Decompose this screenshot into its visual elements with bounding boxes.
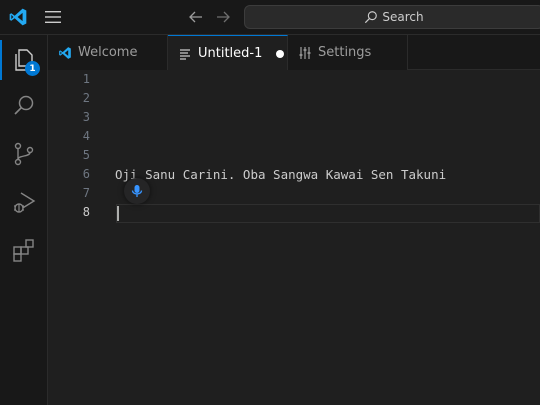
- activity-search[interactable]: [0, 83, 48, 129]
- line-number: 6: [82, 167, 90, 181]
- explorer-badge: 1: [25, 61, 40, 76]
- microphone-icon: [131, 185, 143, 197]
- line-number: 7: [82, 186, 90, 200]
- extensions-icon: [13, 239, 34, 262]
- settings-sliders-icon: [299, 46, 311, 59]
- vscode-logo-icon: [9, 8, 27, 26]
- menu-icon[interactable]: [44, 10, 62, 24]
- arrow-right-icon[interactable]: [215, 9, 231, 25]
- text-file-icon: [180, 48, 190, 60]
- activity-bar: 1: [0, 35, 48, 405]
- line-number: 5: [82, 148, 90, 162]
- vscode-logo-icon: [59, 46, 71, 59]
- search-icon: [365, 11, 378, 24]
- line-number: 2: [82, 91, 90, 105]
- line-number-current: 8: [82, 205, 90, 219]
- tab-label: Untitled-1: [198, 46, 263, 61]
- dictation-widget[interactable]: [124, 178, 150, 204]
- run-debug-icon: [14, 192, 36, 213]
- tab-untitled-1[interactable]: Untitled-1: [168, 35, 288, 71]
- activity-extensions[interactable]: [0, 227, 48, 273]
- editor-tab-bar: Welcome Untitled-1 Settings: [48, 35, 540, 71]
- line-number: 4: [82, 129, 90, 143]
- tab-label: Settings: [318, 45, 372, 60]
- source-control-icon: [14, 142, 34, 166]
- tab-welcome[interactable]: Welcome: [48, 35, 168, 70]
- line-number: 3: [82, 110, 90, 124]
- title-bar: Search: [0, 0, 540, 35]
- unsaved-dot-icon[interactable]: [276, 49, 285, 58]
- arrow-left-icon[interactable]: [188, 9, 204, 25]
- editor-area[interactable]: 1 2 3 4 5 6 7 8 Oji Sanu Carini. Oba San…: [48, 70, 540, 405]
- search-icon: [14, 95, 34, 115]
- current-line-highlight[interactable]: [116, 204, 540, 223]
- text-cursor: [117, 206, 119, 221]
- search-label: Search: [382, 10, 424, 24]
- activity-source-control[interactable]: [0, 131, 48, 177]
- activity-run-debug[interactable]: [0, 179, 48, 225]
- tab-label: Welcome: [78, 45, 138, 60]
- activity-explorer[interactable]: 1: [0, 37, 48, 83]
- code-line[interactable]: Oji Sanu Carini. Oba Sangwa Kawai Sen Ta…: [115, 165, 446, 184]
- line-number: 1: [82, 72, 90, 86]
- tab-settings[interactable]: Settings: [288, 35, 408, 70]
- command-center-search[interactable]: Search: [244, 5, 540, 29]
